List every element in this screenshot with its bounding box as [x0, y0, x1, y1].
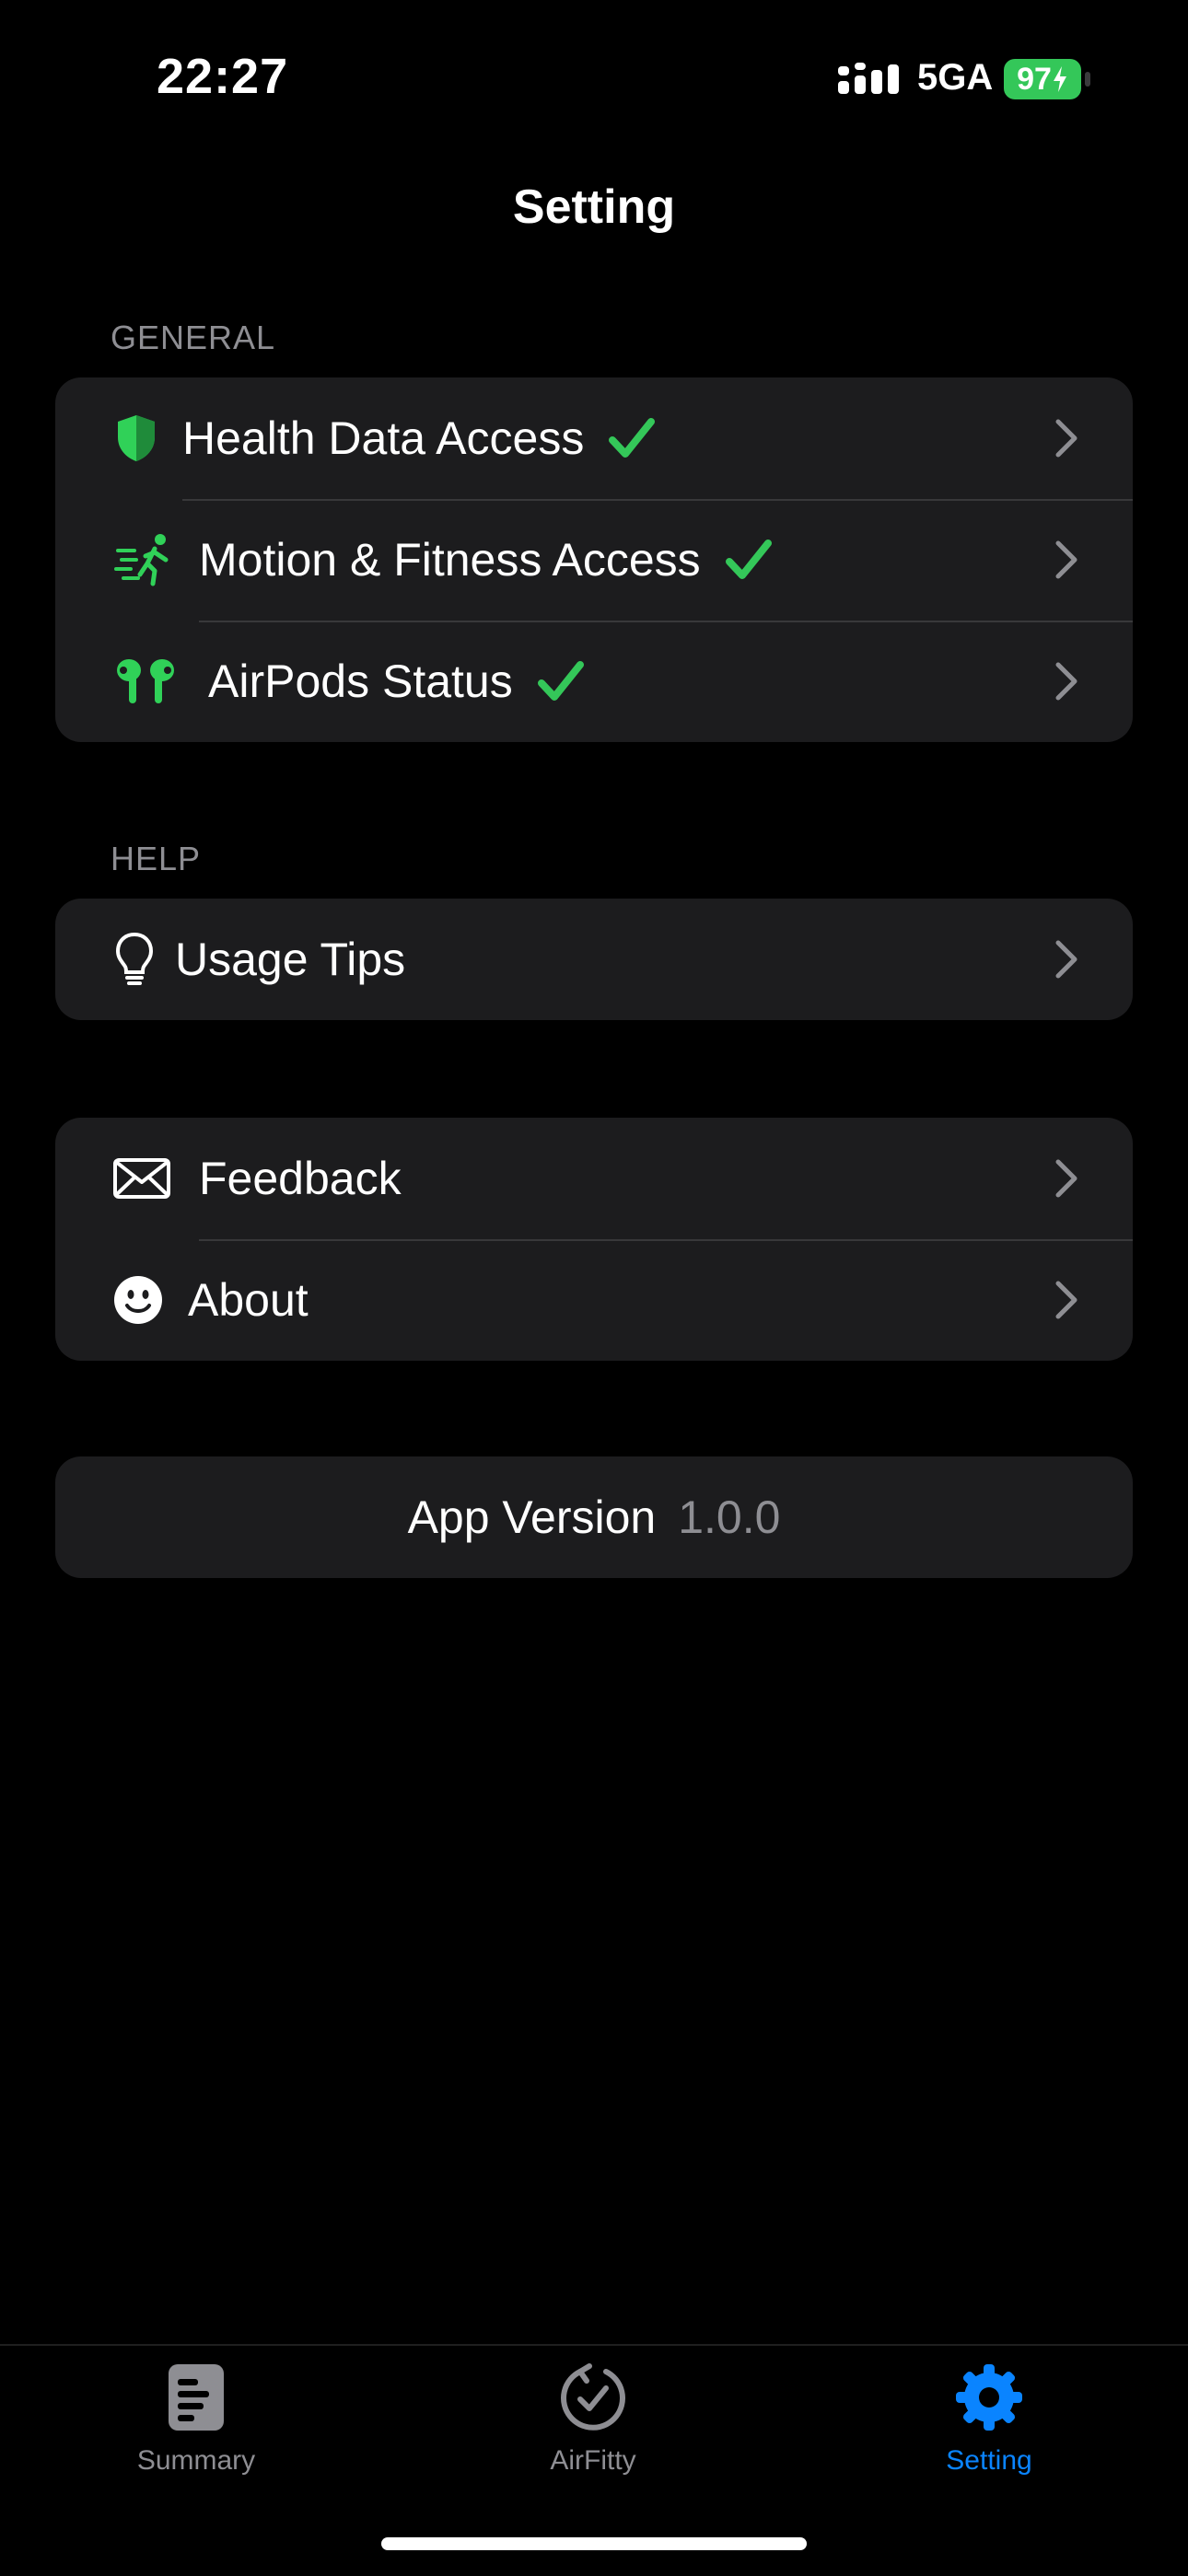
general-group: Health Data Access Motion & Fitness Acce… [55, 377, 1133, 742]
chevron-right-icon [1055, 1159, 1077, 1198]
help-group: Usage Tips [55, 899, 1133, 1020]
cellular-signal-icon [838, 63, 899, 94]
row-label: AirPods Status [208, 621, 585, 742]
chevron-right-icon [1055, 940, 1077, 979]
motion-fitness-access-row[interactable]: Motion & Fitness Access [55, 499, 1133, 621]
checkmark-icon [537, 660, 584, 701]
row-label: Feedback [199, 1153, 402, 1204]
tab-setting[interactable]: Setting [869, 2362, 1109, 2477]
charging-bolt-icon [1053, 66, 1066, 92]
app-version-label: App Version [407, 1491, 657, 1543]
about-row[interactable]: About [55, 1239, 1133, 1361]
app-version-box: App Version 1.0.0 [55, 1456, 1133, 1578]
row-label: Motion & Fitness Access [199, 499, 773, 621]
chevron-right-icon [1055, 419, 1077, 458]
battery-indicator: 97 [1004, 59, 1081, 99]
tab-label: Summary [136, 2445, 256, 2476]
page-title: Setting [512, 180, 676, 234]
misc-group: Feedback About [55, 1118, 1133, 1361]
battery-level: 97 [1017, 61, 1052, 97]
usage-tips-row[interactable]: Usage Tips [55, 899, 1133, 1020]
airpods-icon [112, 654, 179, 709]
tab-airfitty[interactable]: AirFitty [473, 2362, 713, 2477]
app-version-value: 1.0.0 [678, 1491, 781, 1543]
section-header-help: HELP [111, 840, 202, 877]
battery-cap [1085, 72, 1090, 87]
row-label: Health Data Access [182, 377, 656, 499]
checkmark-icon [725, 539, 772, 579]
section-header-general: GENERAL [111, 319, 276, 356]
tab-summary[interactable]: Summary [76, 2362, 316, 2477]
document-icon [169, 2364, 224, 2431]
airpods-status-row[interactable]: AirPods Status [55, 621, 1133, 742]
row-label: About [188, 1274, 309, 1326]
home-indicator [381, 2537, 807, 2550]
status-time: 22:27 [157, 49, 289, 104]
gear-icon [956, 2364, 1022, 2431]
shield-icon [109, 411, 164, 466]
chevron-right-icon [1055, 662, 1077, 701]
network-type: 5GA [917, 57, 994, 98]
chevron-right-icon [1055, 540, 1077, 579]
circular-check-icon [561, 2363, 625, 2431]
chevron-right-icon [1055, 1281, 1077, 1319]
envelope-icon [112, 1151, 171, 1206]
smiley-icon [111, 1272, 166, 1328]
lightbulb-icon [107, 932, 162, 987]
tab-label: Setting [946, 2445, 1032, 2476]
row-label: Usage Tips [175, 934, 406, 985]
row-separator [199, 1239, 1133, 1241]
checkmark-icon [609, 417, 656, 458]
feedback-row[interactable]: Feedback [55, 1118, 1133, 1239]
health-data-access-row[interactable]: Health Data Access [55, 377, 1133, 499]
running-person-icon [112, 532, 177, 587]
status-bar: 22:27 5GA 97 [0, 0, 1188, 157]
tab-label: AirFitty [550, 2445, 636, 2476]
